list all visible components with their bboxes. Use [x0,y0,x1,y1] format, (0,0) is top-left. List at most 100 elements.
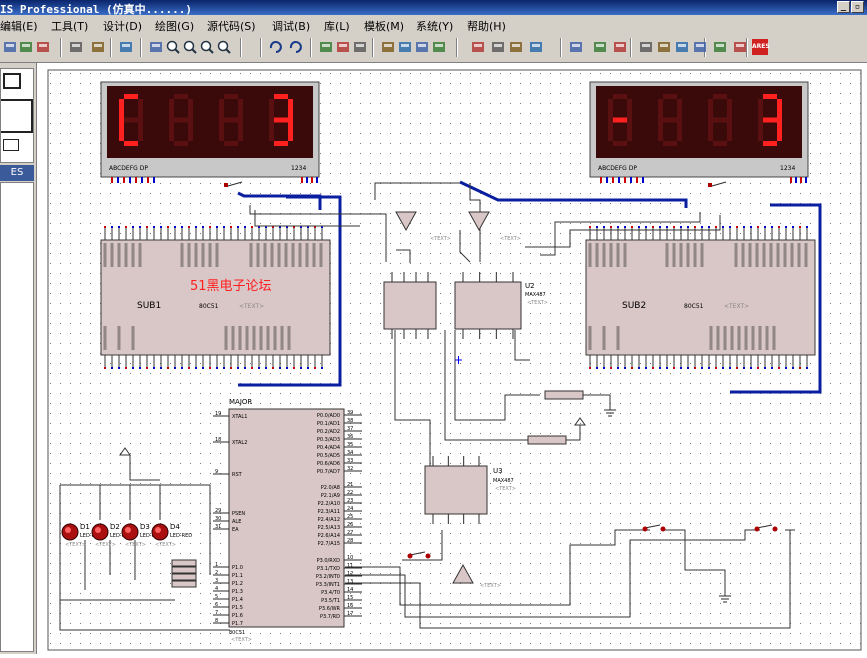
pin-name [744,326,748,350]
pin-marker [589,226,591,228]
undo-icon[interactable] [268,39,284,55]
zoom-all-icon[interactable] [199,39,215,55]
menu-help[interactable]: 帮助(H) [467,18,506,34]
pin-name [700,243,704,267]
print-icon[interactable] [18,39,34,55]
menu-system[interactable]: 系统(Y) [416,18,453,34]
major-pin-number: 14 [347,587,353,593]
decompose-icon[interactable] [528,39,544,55]
segment [274,94,288,99]
display-pin [301,177,303,183]
pan-icon[interactable] [148,39,164,55]
pin-marker [666,226,668,228]
menu-debug[interactable]: 调试(B) [272,18,310,34]
display-pin [141,177,143,183]
device-mode-tab[interactable]: ES [0,165,34,181]
pin-name [602,326,606,350]
block-delete-icon[interactable] [431,39,447,55]
pin-name [208,243,212,267]
make-device-icon[interactable] [490,39,506,55]
pin-name [270,243,274,267]
switch-contact [708,183,712,187]
menu-edit[interactable]: 编辑(E) [0,18,38,34]
segment [269,120,274,141]
menu-graph[interactable]: 绘图(G) [155,18,194,34]
major-pin-name: P3.1/TXD [317,566,340,572]
resistor [527,435,567,445]
menu-source[interactable]: 源代码(S) [207,18,256,34]
schematic-svg[interactable]: ABCDEFG DP 1234 ABCDEFG DP 1234SUB1 80C51 <TE… [40,63,867,654]
print-setup-icon[interactable] [35,39,51,55]
minimize-button[interactable]: _ [837,1,850,13]
exit-to-parent-icon[interactable] [692,39,708,55]
netlist-to-ares-icon[interactable]: ARES [752,39,770,55]
pin-name [741,243,745,267]
restore-button[interactable]: ▫ [851,1,864,13]
block-copy-icon[interactable] [380,39,396,55]
pin-name [312,243,316,267]
redo-icon[interactable] [288,39,304,55]
segment [663,94,677,99]
led-part: LED-RED [170,533,192,539]
origin-icon[interactable] [118,39,134,55]
preview-window[interactable] [0,68,34,163]
major-pin-number: 5 [215,594,218,600]
pin-name [748,243,752,267]
grid-icon[interactable] [90,39,106,55]
bill-of-materials-icon[interactable] [712,39,728,55]
pin-name [117,243,121,267]
sub1-text-tag: <TEXT> [239,303,264,310]
menu-library[interactable]: 库(L) [324,18,350,34]
pin-marker [645,367,647,369]
pin-name [238,326,242,350]
block-move-icon[interactable] [397,39,413,55]
segment [708,120,713,141]
pin-marker [729,367,731,369]
sub2-name: SUB2 [622,301,646,311]
toolbar-separator [240,38,242,57]
copy-icon[interactable] [335,39,351,55]
packaging-tool-icon[interactable] [508,39,524,55]
pin-marker [638,367,640,369]
switch-contact [660,526,666,532]
new-sheet-icon[interactable] [656,39,672,55]
pin-marker [321,367,323,369]
pin-marker [617,226,619,228]
device-list[interactable] [0,182,34,652]
pin-name [180,243,184,267]
pin-marker [736,226,738,228]
segment [238,120,243,141]
pick-device-icon[interactable] [470,39,486,55]
pin-name [259,326,263,350]
pin-marker [139,226,141,228]
remove-sheet-icon[interactable] [674,39,690,55]
pin-name [723,326,727,350]
display-pin [111,177,113,183]
buffer-text-tag: <TEXT> [500,236,521,242]
major-pin-name: P3.4/T0 [321,590,340,596]
pin-name [298,243,302,267]
menu-template[interactable]: 模板(M) [364,18,404,34]
pin-marker [167,226,169,228]
segment [174,141,188,146]
block-rotate-icon[interactable] [414,39,430,55]
zoom-out-icon[interactable] [182,39,198,55]
paste-icon[interactable] [352,39,368,55]
schematic-canvas[interactable]: ABCDEFG DP 1234 ABCDEFG DP 1234 SUB1 80C51 <TE… [40,63,867,654]
pin-marker [694,226,696,228]
electrical-rule-check-icon[interactable] [732,39,748,55]
save-icon[interactable] [2,39,18,55]
menu-tools[interactable]: 工具(T) [51,18,88,34]
cut-icon[interactable] [318,39,334,55]
design-explorer-icon[interactable] [638,39,654,55]
search-icon[interactable] [592,39,608,55]
menu-design[interactable]: 设计(D) [103,18,142,34]
zoom-area-icon[interactable] [216,39,232,55]
wire-autorouter-icon[interactable] [568,39,584,55]
refresh-icon[interactable] [68,39,84,55]
zoom-in-icon[interactable] [165,39,181,55]
pin-name [252,326,256,350]
pin-name [783,243,787,267]
property-assign-icon[interactable] [612,39,628,55]
pin-marker [244,226,246,228]
